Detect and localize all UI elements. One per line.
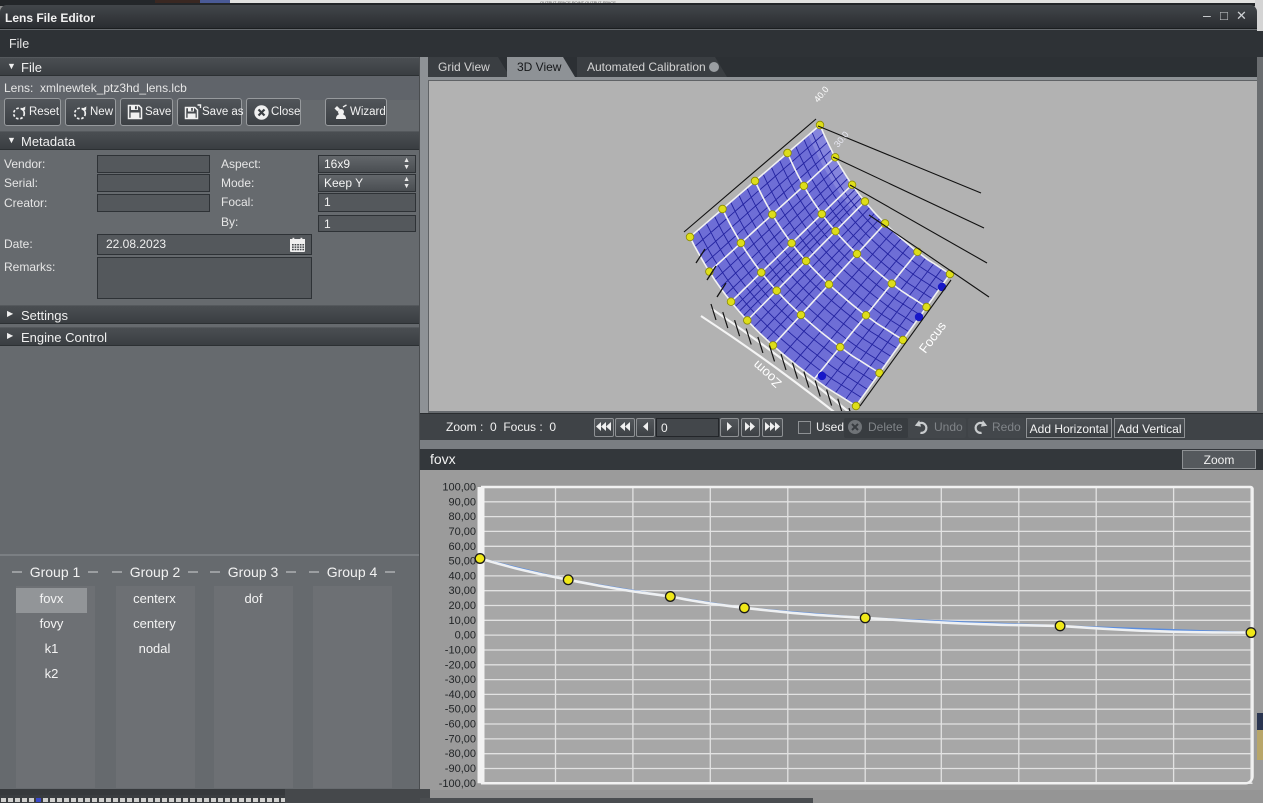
svg-text:10,00: 10,00: [448, 615, 476, 627]
svg-text:-100,00: -100,00: [439, 778, 476, 790]
svg-text:100,00: 100,00: [442, 482, 476, 494]
svg-text:Zoom: Zoom: [750, 358, 785, 391]
svg-text:30,00: 30,00: [448, 585, 476, 597]
svg-text:-40,00: -40,00: [445, 689, 476, 701]
svg-text:40.0: 40.0: [812, 84, 831, 104]
svg-text:Focus: Focus: [916, 318, 950, 356]
svg-text:-50,00: -50,00: [445, 704, 476, 716]
svg-text:-60,00: -60,00: [445, 719, 476, 731]
svg-text:-80,00: -80,00: [445, 748, 476, 760]
svg-text:80,00: 80,00: [448, 511, 476, 523]
svg-text:20,00: 20,00: [448, 600, 476, 612]
svg-text:-70,00: -70,00: [445, 733, 476, 745]
svg-text:60,00: 60,00: [448, 541, 476, 553]
svg-text:90,00: 90,00: [448, 496, 476, 508]
svg-text:70,00: 70,00: [448, 526, 476, 538]
svg-text:50,00: 50,00: [448, 556, 476, 568]
svg-text:-10,00: -10,00: [445, 645, 476, 657]
svg-text:-30,00: -30,00: [445, 674, 476, 686]
svg-text:0,00: 0,00: [455, 630, 476, 642]
svg-text:-20,00: -20,00: [445, 659, 476, 671]
svg-text:-90,00: -90,00: [445, 763, 476, 775]
svg-text:40,00: 40,00: [448, 570, 476, 582]
